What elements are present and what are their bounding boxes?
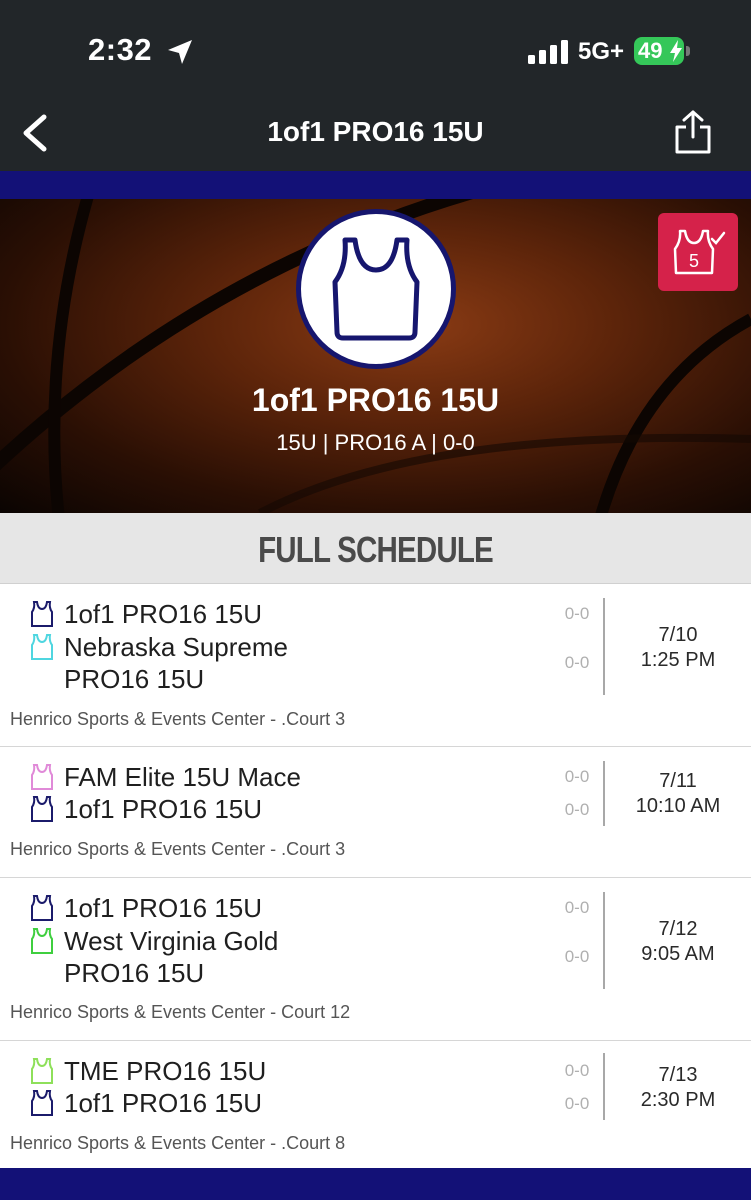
team-name: 1of1 PRO16 15U [251,382,500,418]
team1-score: 0-0 [564,1061,590,1080]
team1-name: 1of1 PRO16 15U [64,599,263,629]
team1-name: TME PRO16 15U [64,1056,267,1086]
game-venue: Henrico Sports & Events Center - .Court … [10,709,346,729]
team2-score: 0-0 [564,947,590,966]
jersey-icon [31,796,53,822]
team1-score: 0-0 [564,604,590,623]
game-row[interactable]: TME PRO16 15U 1of1 PRO16 15U 0-0 0-0 7/1… [0,1041,751,1168]
team2-name: 1of1 PRO16 15U [64,794,263,824]
team2-row: 1of1 PRO16 15U [30,1087,570,1119]
jersey-icon [31,1090,53,1116]
badge-number: 5 [689,251,699,271]
jersey-check-icon: 5 [673,229,726,275]
location-arrow-icon [168,40,192,64]
navigation-bar: 1of1 PRO16 15U [0,95,751,171]
game-time: 9:05 AM [641,943,715,965]
game-venue: Henrico Sports & Events Center - .Court … [10,1133,346,1153]
team1-row: 1of1 PRO16 15U [30,892,570,924]
status-time: 2:32 [88,32,153,67]
team-hero: 5 1of1 PRO16 15U 15U | PRO16 A | 0-0 [0,199,751,513]
team1-name: FAM Elite 15U Mace [64,762,301,792]
header-stripe [0,171,751,199]
team1-row: FAM Elite 15U Mace [30,761,570,793]
game-venue: Henrico Sports & Events Center - Court 1… [10,1002,351,1022]
team2-row: Nebraska Supreme PRO16 15U [30,631,570,695]
game-time: 1:25 PM [640,649,716,671]
team2-row: 1of1 PRO16 15U [30,793,570,825]
jersey-icon [31,895,53,921]
game-date: 7/12 [658,918,698,940]
network-type: 5G+ [578,38,625,65]
game-row[interactable]: FAM Elite 15U Mace 1of1 PRO16 15U 0-0 0-… [0,747,751,878]
team1-name: 1of1 PRO16 15U [64,893,263,923]
game-date: 7/11 [659,770,697,792]
team-logo [296,209,456,369]
team2-score: 0-0 [564,800,590,819]
team2-score: 0-0 [564,1094,590,1113]
team1-score: 0-0 [564,767,590,786]
battery-icon: 49 [634,37,690,65]
team2-row: West Virginia Gold PRO16 15U [30,925,570,989]
team2-name: West Virginia Gold [64,926,279,956]
cellular-signal-icon [528,40,568,64]
game-venue: Henrico Sports & Events Center - .Court … [10,839,346,859]
game-date: 7/13 [658,1064,698,1086]
jersey-icon [332,237,420,341]
jersey-icon [31,601,53,627]
game-time: 10:10 AM [635,795,721,817]
share-icon[interactable] [672,109,714,155]
status-bar: 2:32 5G+ 49 [0,0,751,95]
charging-bolt-icon [670,40,682,62]
game-date: 7/10 [658,624,698,646]
team2-name-line2: PRO16 15U [64,664,205,694]
team2-score: 0-0 [564,653,590,672]
schedule-header: FULL SCHEDULE [0,513,751,584]
game-row[interactable]: 1of1 PRO16 15U West Virginia Gold PRO16 … [0,878,751,1041]
team2-name: Nebraska Supreme [64,632,288,662]
team2-name-line2: PRO16 15U [64,958,205,988]
jersey-icon [31,1058,53,1084]
footer-stripe [0,1168,751,1200]
battery-percent: 49 [638,38,663,63]
team2-name: 1of1 PRO16 15U [64,1088,263,1118]
team1-score: 0-0 [564,898,590,917]
jersey-icon [31,634,53,660]
team1-row: TME PRO16 15U [30,1055,570,1087]
games-badge[interactable]: 5 [658,213,738,291]
game-time: 2:30 PM [640,1089,716,1111]
jersey-icon [31,764,53,790]
team-subtitle: 15U | PRO16 A | 0-0 [276,430,475,455]
game-row[interactable]: 1of1 PRO16 15U Nebraska Supreme PRO16 15… [0,584,751,747]
team1-row: 1of1 PRO16 15U [30,598,570,630]
section-title: FULL SCHEDULE [258,529,494,570]
page-title: 1of1 PRO16 15U [267,116,484,147]
jersey-icon [31,928,53,954]
